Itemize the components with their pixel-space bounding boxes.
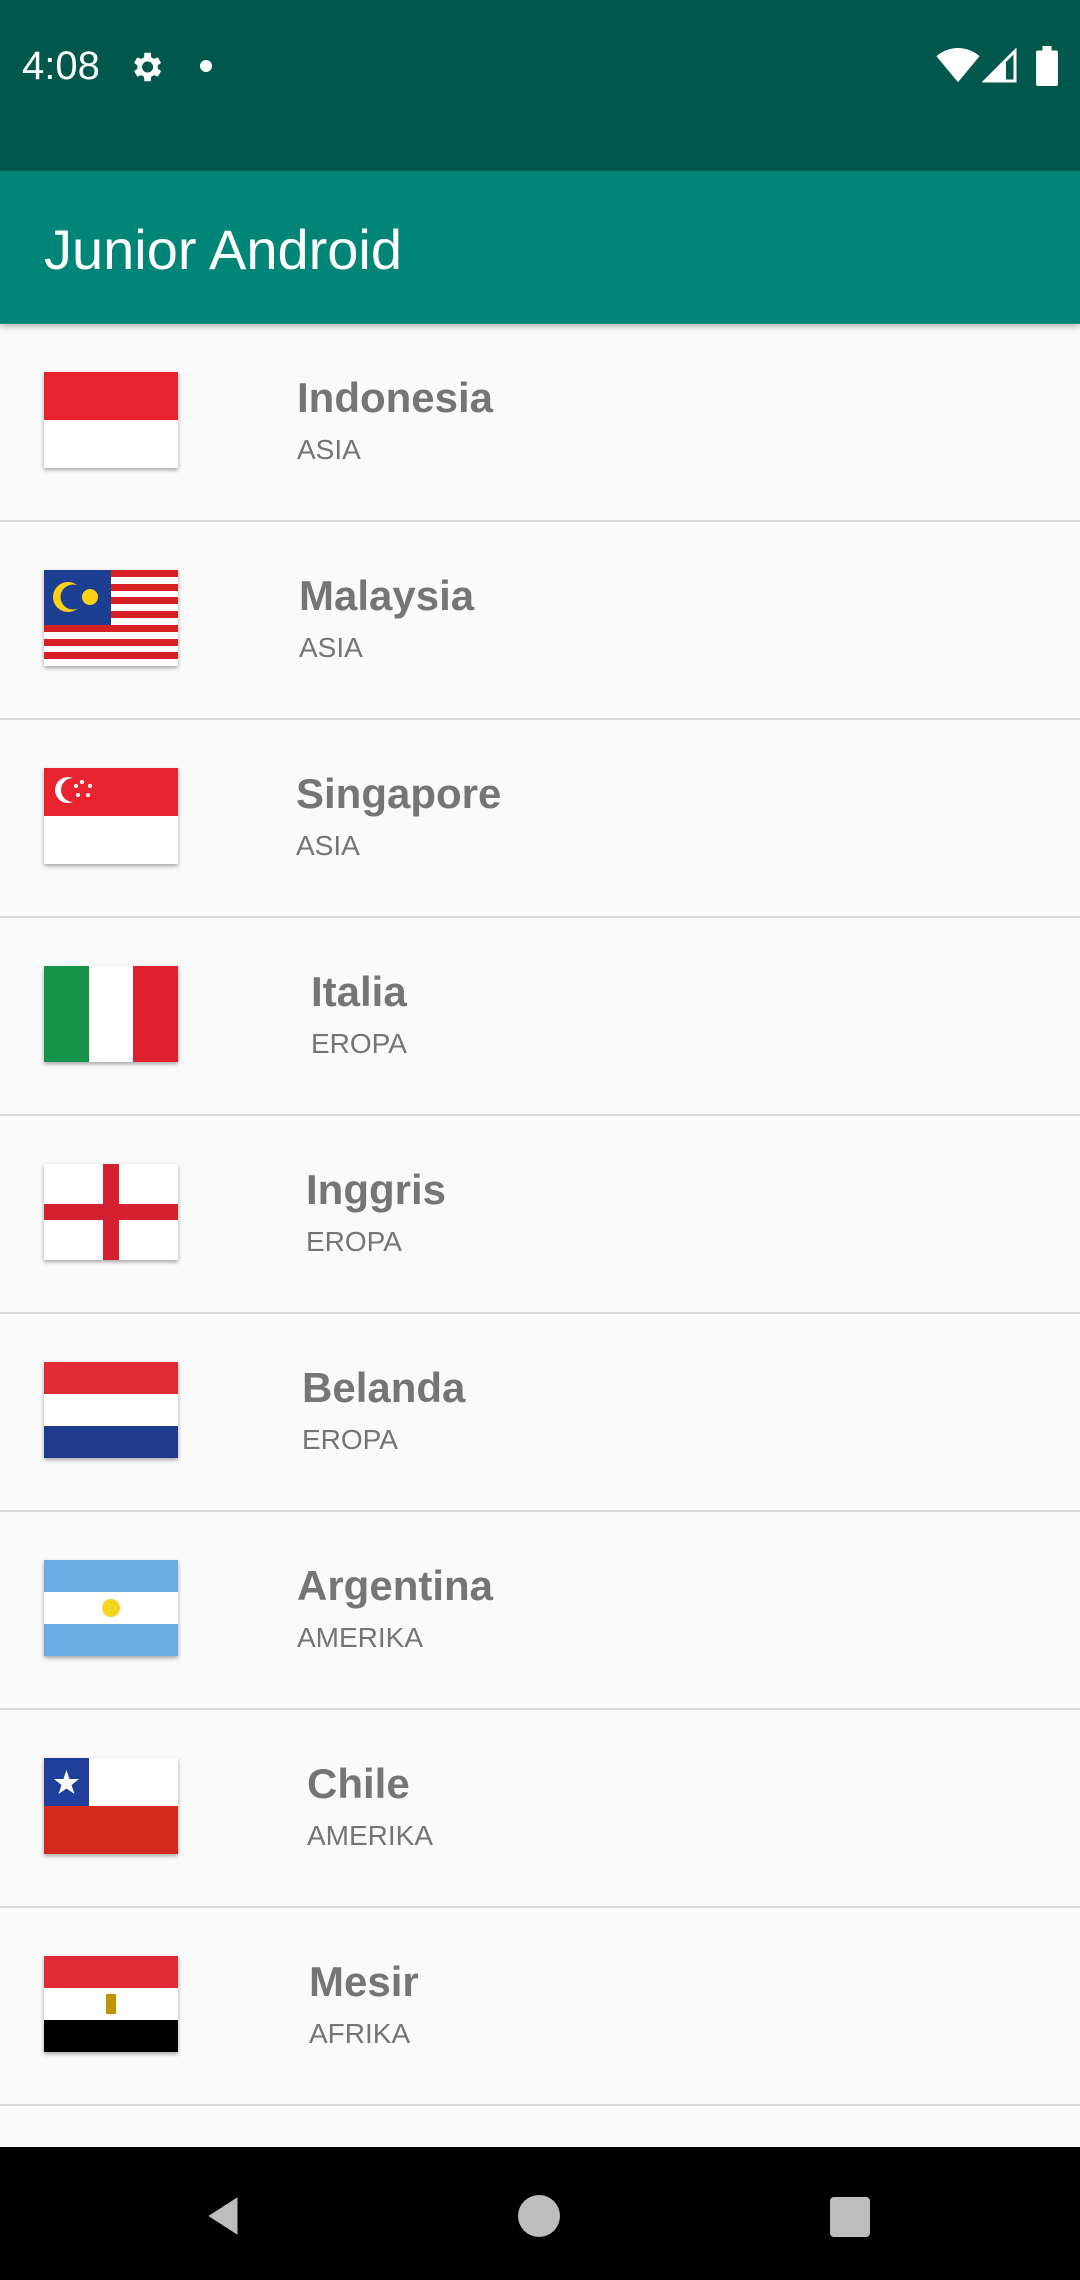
country-name: Mesir	[309, 1958, 419, 2005]
list-item-malaysia[interactable]: Malaysia ASIA	[0, 522, 1080, 720]
country-region: EROPA	[311, 1028, 407, 1059]
wifi-icon	[936, 48, 980, 83]
list-item-chile[interactable]: Chile AMERIKA	[0, 1710, 1080, 1908]
status-bar: 4:08	[0, 0, 1080, 171]
inggris-flag-icon	[44, 1164, 178, 1260]
country-name: Malaysia	[299, 572, 475, 619]
country-list[interactable]: Indonesia ASIA Malaysia ASIA Singapore A…	[0, 324, 1080, 2147]
notification-dot-icon	[200, 60, 212, 72]
country-name: Indonesia	[297, 374, 494, 421]
settings-gear-icon	[134, 52, 162, 82]
country-region: AFRIKA	[309, 2018, 411, 2049]
singapore-flag-icon	[44, 768, 178, 864]
mesir-flag-icon	[44, 1956, 178, 2052]
country-region: EROPA	[302, 1424, 398, 1455]
cell-signal-icon	[982, 48, 1017, 83]
italia-flag-icon	[44, 966, 178, 1062]
list-item-mesir[interactable]: Mesir AFRIKA	[0, 1908, 1080, 2106]
country-region: AMERIKA	[307, 1820, 434, 1851]
home-icon[interactable]	[518, 2195, 560, 2237]
country-region: ASIA	[296, 830, 360, 861]
status-time: 4:08	[22, 44, 100, 88]
recent-apps-icon[interactable]	[830, 2197, 870, 2237]
country-name: Chile	[307, 1760, 410, 1807]
malaysia-flag-icon	[44, 570, 178, 666]
indonesia-flag-icon	[44, 372, 178, 468]
back-icon[interactable]	[200, 2191, 250, 2241]
country-name: Singapore	[296, 770, 502, 817]
battery-icon	[1036, 46, 1058, 86]
country-region: EROPA	[306, 1226, 402, 1257]
list-item-belanda[interactable]: Belanda EROPA	[0, 1314, 1080, 1512]
list-item-singapore[interactable]: Singapore ASIA	[0, 720, 1080, 918]
list-item-indonesia[interactable]: Indonesia ASIA	[0, 324, 1080, 522]
list-item-inggris[interactable]: Inggris EROPA	[0, 1116, 1080, 1314]
country-name: Belanda	[302, 1364, 466, 1411]
app-title: Junior Android	[44, 218, 403, 281]
country-region: ASIA	[297, 434, 361, 465]
list-item-italia[interactable]: Italia EROPA	[0, 918, 1080, 1116]
app-bar: Junior Android	[0, 171, 1080, 324]
navigation-bar	[0, 2147, 1080, 2280]
country-name: Italia	[311, 968, 407, 1015]
argentina-flag-icon	[44, 1560, 178, 1656]
country-region: ASIA	[299, 632, 363, 663]
list-item-partial[interactable]	[0, 2106, 1080, 2147]
country-name: Inggris	[306, 1166, 447, 1213]
chile-flag-icon	[44, 1758, 178, 1854]
list-item-argentina[interactable]: Argentina AMERIKA	[0, 1512, 1080, 1710]
belanda-flag-icon	[44, 1362, 178, 1458]
country-region: AMERIKA	[297, 1622, 424, 1653]
country-name: Argentina	[297, 1562, 494, 1609]
